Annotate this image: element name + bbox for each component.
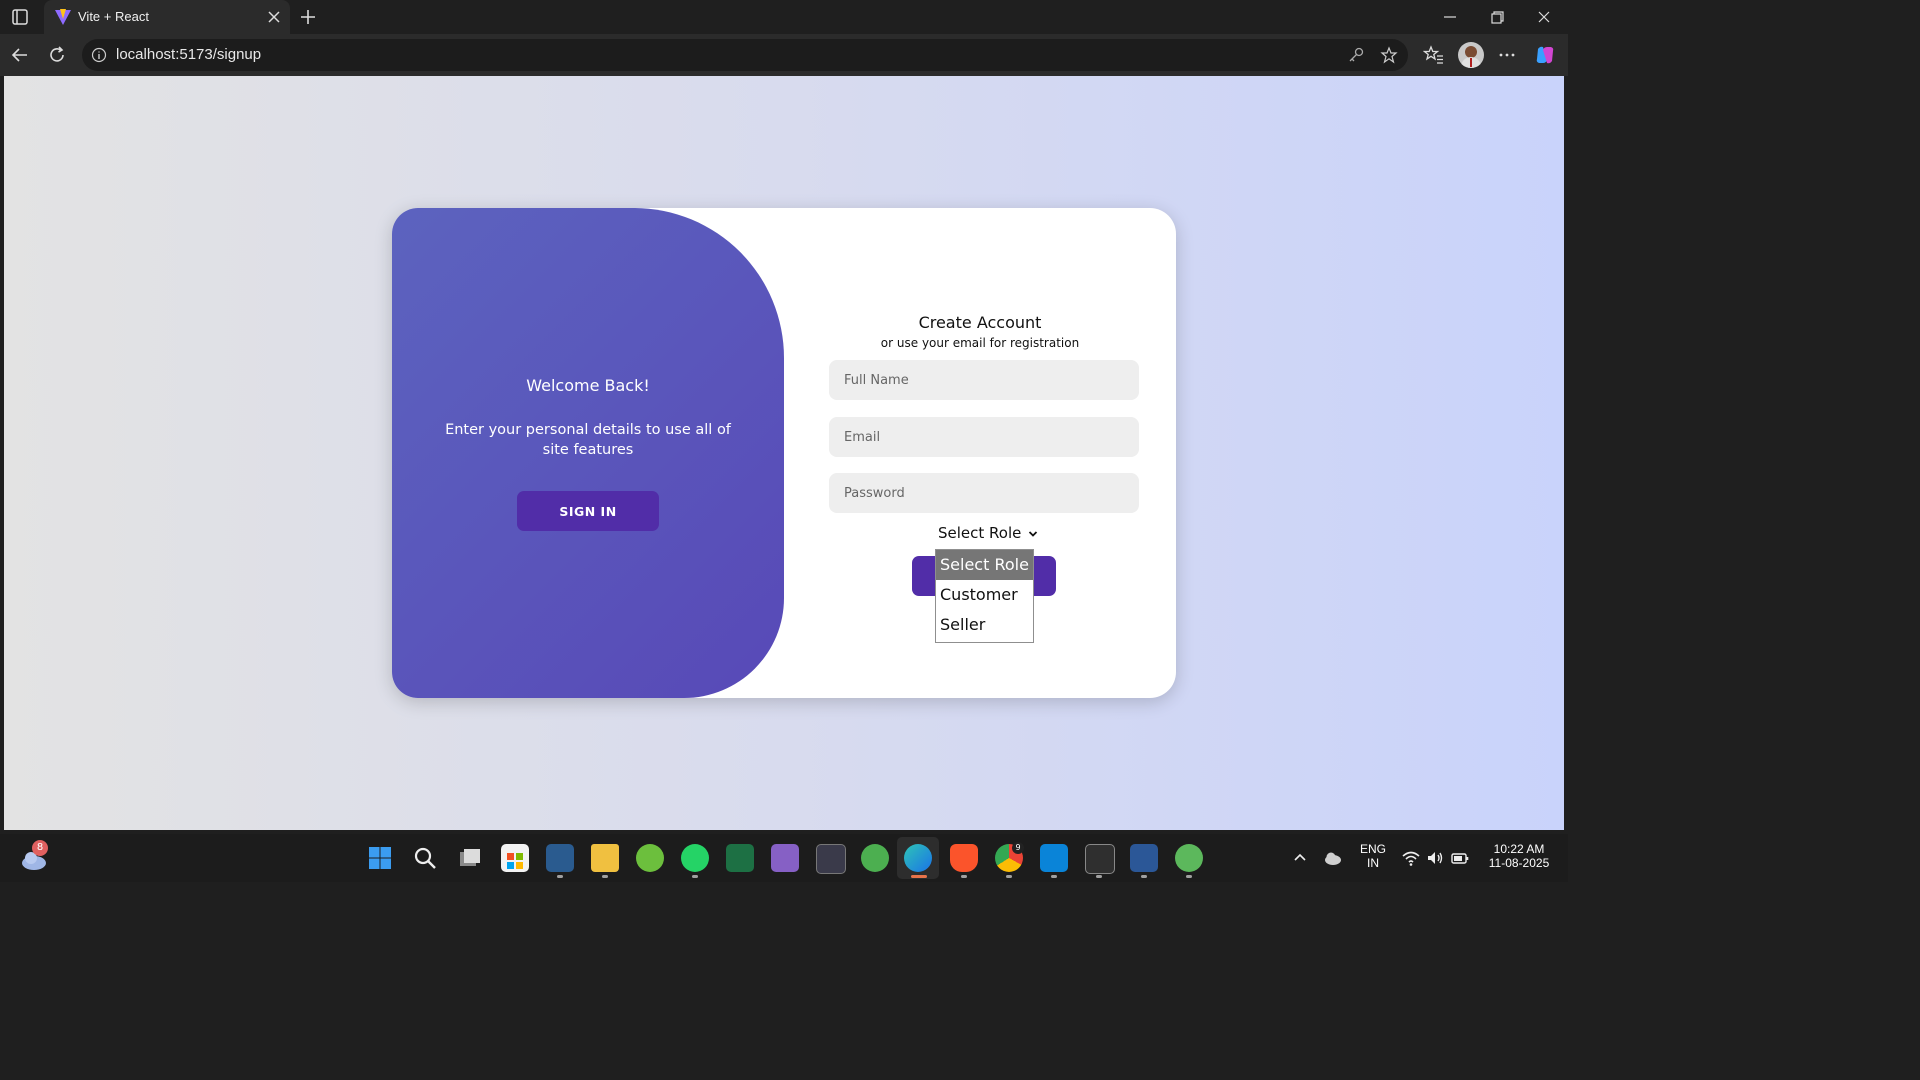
vite-logo-icon	[55, 9, 71, 25]
spring-tools-icon[interactable]	[636, 844, 664, 872]
clock-time: 10:22 AM	[1493, 842, 1545, 856]
vscode-icon[interactable]	[1040, 844, 1068, 872]
welcome-panel: Welcome Back! Enter your personal detail…	[392, 208, 784, 698]
page-viewport: Welcome Back! Enter your personal detail…	[4, 76, 1564, 830]
more-options-icon[interactable]	[1496, 44, 1518, 66]
role-select[interactable]: Select Role	[938, 524, 1038, 542]
active-tab[interactable]: Vite + React	[44, 0, 290, 34]
visual-studio-icon[interactable]	[771, 844, 799, 872]
favorites-icon[interactable]	[1423, 44, 1445, 66]
word-icon[interactable]	[1130, 844, 1158, 872]
close-window-icon[interactable]	[1534, 7, 1554, 27]
microsoft-store-icon[interactable]	[501, 844, 529, 872]
clock-date: 11-08-2025	[1488, 856, 1550, 870]
spring-boot-icon[interactable]	[861, 844, 889, 872]
battery-icon[interactable]	[1450, 848, 1470, 868]
profile-avatar[interactable]	[1458, 42, 1484, 68]
windows-start-icon[interactable]	[366, 844, 394, 872]
url-text: localhost:5173/signup	[116, 46, 262, 63]
wifi-icon[interactable]	[1401, 848, 1421, 868]
minimize-icon[interactable]	[1440, 7, 1460, 27]
taskbar: 8 9 ENG IN 10:22 AM 11-08-2025	[0, 834, 1568, 882]
role-select-value: Select Role	[938, 524, 1022, 542]
sign-in-button[interactable]: SIGN IN	[517, 491, 659, 531]
password-key-icon[interactable]	[1347, 46, 1365, 64]
email-input[interactable]	[829, 417, 1139, 457]
terminal-icon[interactable]	[1085, 844, 1115, 874]
back-icon[interactable]	[10, 45, 30, 65]
active-indicator	[911, 875, 927, 878]
mysql-shell-icon[interactable]	[816, 844, 846, 874]
weather-badge: 8	[32, 840, 48, 856]
running-indicator	[692, 875, 698, 878]
address-bar[interactable]: localhost:5173/signup	[82, 39, 1408, 71]
chrome-badge: 9	[1012, 842, 1024, 854]
role-option-seller[interactable]: Seller	[936, 610, 1033, 640]
site-info-icon[interactable]	[91, 47, 107, 63]
weather-widget[interactable]: 8	[18, 840, 50, 872]
spring-sts-icon[interactable]	[1175, 844, 1203, 872]
running-indicator	[1006, 875, 1012, 878]
chevron-up-icon[interactable]	[1292, 850, 1308, 866]
chevron-down-icon	[1029, 530, 1038, 537]
running-indicator	[961, 875, 967, 878]
role-dropdown-list: Select Role Customer Seller	[935, 549, 1034, 643]
search-icon[interactable]	[411, 844, 439, 872]
running-indicator	[602, 875, 608, 878]
running-indicator	[1186, 875, 1192, 878]
tab-bar: Vite + React	[0, 0, 1568, 34]
auth-card: Welcome Back! Enter your personal detail…	[392, 208, 1176, 698]
task-view-icon[interactable]	[456, 844, 484, 872]
full-name-input[interactable]	[829, 360, 1139, 400]
role-option-select-role[interactable]: Select Role	[936, 550, 1033, 580]
welcome-title: Welcome Back!	[526, 376, 650, 395]
browser-toolbar: localhost:5173/signup	[0, 34, 1568, 76]
running-indicator	[1096, 875, 1102, 878]
onedrive-cloud-icon[interactable]	[1322, 848, 1344, 868]
tab-actions-icon[interactable]	[10, 7, 30, 27]
signup-form: Create Account or use your email for reg…	[824, 208, 1139, 698]
registration-subheading: or use your email for registration	[880, 336, 1080, 350]
favorite-star-icon[interactable]	[1380, 46, 1398, 64]
copilot-icon[interactable]	[1534, 44, 1556, 66]
file-explorer-icon[interactable]	[591, 844, 619, 872]
whatsapp-icon[interactable]	[681, 844, 709, 872]
restore-icon[interactable]	[1487, 7, 1507, 27]
running-indicator	[1051, 875, 1057, 878]
running-indicator	[1141, 875, 1147, 878]
running-indicator	[557, 875, 563, 878]
close-tab-icon[interactable]	[266, 9, 282, 25]
brave-browser-icon[interactable]	[950, 844, 978, 872]
mysql-workbench-icon[interactable]	[546, 844, 574, 872]
new-tab-icon[interactable]	[298, 7, 318, 27]
edge-browser-icon[interactable]	[904, 844, 932, 872]
language-indicator[interactable]: ENG IN	[1356, 842, 1390, 870]
welcome-description: Enter your personal details to use all o…	[445, 422, 731, 458]
refresh-icon[interactable]	[47, 45, 67, 65]
language-code: ENG	[1359, 842, 1386, 856]
role-option-customer[interactable]: Customer	[936, 580, 1033, 610]
tab-title: Vite + React	[78, 9, 149, 24]
clock[interactable]: 10:22 AM 11-08-2025	[1478, 842, 1560, 870]
password-input[interactable]	[829, 473, 1139, 513]
volume-icon[interactable]	[1425, 848, 1445, 868]
create-account-heading: Create Account	[918, 313, 1042, 332]
region-code: IN	[1367, 856, 1379, 870]
excel-icon[interactable]	[726, 844, 754, 872]
